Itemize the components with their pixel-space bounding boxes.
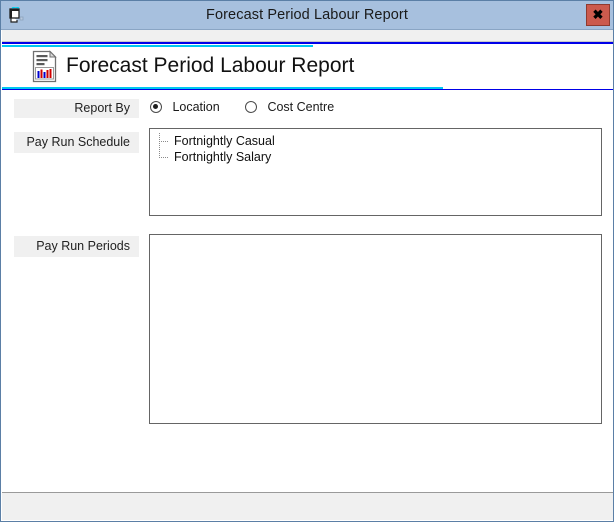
radio-location-label: Location <box>172 100 220 114</box>
pay-run-schedule-listbox[interactable]: Fortnightly Casual Fortnightly Salary <box>149 128 602 216</box>
header-top-cyan-rule <box>2 45 313 47</box>
pay-run-schedule-label: Pay Run Schedule <box>14 132 139 153</box>
list-item-label: Fortnightly Casual <box>174 134 275 148</box>
tree-line-icon <box>159 149 160 157</box>
radio-cost-centre[interactable]: Cost Centre <box>245 98 334 118</box>
header-top-blue-rule <box>2 42 613 44</box>
list-item-label: Fortnightly Salary <box>174 150 272 164</box>
window-titlebar: Forecast Period Labour Report ✖ <box>1 1 613 30</box>
radio-location-indicator <box>150 101 162 113</box>
close-icon[interactable]: ✖ <box>586 4 610 26</box>
radio-cost-centre-label: Cost Centre <box>267 100 335 114</box>
radio-location[interactable]: Location <box>150 98 220 118</box>
radio-cost-centre-indicator <box>245 101 257 113</box>
page-title: Forecast Period Labour Report <box>66 54 355 77</box>
list-item[interactable]: Fortnightly Casual <box>154 133 601 149</box>
pay-run-periods-listbox[interactable] <box>149 234 602 424</box>
tree-elbow-icon <box>159 141 168 142</box>
tree-line-icon <box>159 133 160 141</box>
status-bar <box>2 492 613 520</box>
report-by-label: Report By <box>14 99 139 118</box>
window-title: Forecast Period Labour Report <box>206 7 408 23</box>
tree-elbow-icon <box>159 157 168 158</box>
pay-run-periods-label: Pay Run Periods <box>14 236 139 257</box>
titlebar-underband <box>2 30 613 42</box>
list-item[interactable]: Fortnightly Salary <box>154 149 601 165</box>
tree-line-icon <box>159 141 160 149</box>
form-body: Report By Location Cost Centre Pay Run S… <box>2 90 613 494</box>
report-chart-document-icon <box>31 50 59 83</box>
pay-run-schedule-tree: Fortnightly Casual Fortnightly Salary <box>150 129 601 165</box>
report-header-panel: Forecast Period Labour Report <box>2 42 613 90</box>
forecast-period-labour-report-window: Forecast Period Labour Report ✖ Forecast <box>0 0 614 522</box>
